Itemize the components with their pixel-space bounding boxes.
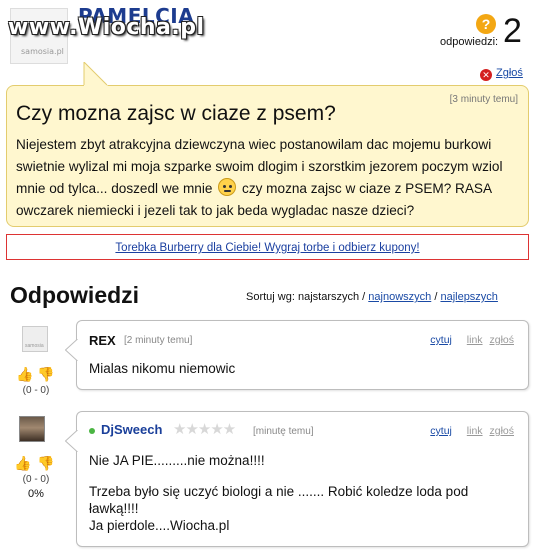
- answer-text: Nie JA PIE.........nie można!!!! Trzeba …: [89, 452, 509, 534]
- vote-percent: 0%: [28, 488, 44, 500]
- answer-box: REX [2 minuty temu] cytuj link zgłoś Mia…: [64, 320, 529, 390]
- answer-text-line: Ja pierdole....Wiocha.pl: [89, 518, 230, 533]
- avatar-caption: samosia: [25, 343, 44, 349]
- thumbs-up-icon[interactable]: 👍: [14, 455, 31, 471]
- report-link[interactable]: zgłoś: [489, 425, 514, 437]
- report-label: Zgłoś: [496, 67, 523, 79]
- answer-avatar[interactable]: [19, 416, 45, 442]
- site-watermark: www.Wiocha.pl: [8, 15, 205, 40]
- report-link[interactable]: zgłoś: [489, 334, 514, 346]
- rating-stars[interactable]: ★★★★★: [173, 420, 236, 438]
- ad-link[interactable]: Torebka Burberry dla Ciebie! Wygraj torb…: [115, 242, 419, 254]
- vote-count: (0 - 0): [22, 385, 50, 396]
- question-icon: ?: [476, 14, 496, 34]
- answers-count: 2: [503, 12, 522, 50]
- answer-box: DjSweech ★★★★★ [minutę temu] cytuj link …: [64, 411, 529, 547]
- question-title: Czy mozna zajsc w ciaze z psem?: [16, 102, 336, 125]
- thumbs-down-icon[interactable]: 👎: [37, 366, 54, 382]
- thumbs-up-icon[interactable]: 👍: [16, 366, 33, 382]
- permalink[interactable]: link: [467, 334, 483, 346]
- online-status-icon: [89, 428, 95, 434]
- speech-tail: [64, 429, 78, 457]
- sort-newest-link[interactable]: najnowszych: [368, 291, 431, 303]
- avatar-caption: samosia.pl: [21, 47, 64, 56]
- worried-face-icon: [218, 178, 237, 196]
- sort-bar: Sortuj wg: najstarszych / najnowszych / …: [246, 291, 498, 303]
- vote-count: (0 - 0): [22, 474, 50, 485]
- answer-time: [2 minuty temu]: [124, 335, 193, 346]
- report-question-link[interactable]: ✕ Zgłoś: [480, 67, 523, 81]
- thumbs-down-icon[interactable]: 👎: [37, 455, 54, 471]
- sort-label: Sortuj wg: najstarszych /: [246, 291, 366, 303]
- answer-text-line: Trzeba było się uczyć biologi a nie ....…: [89, 484, 469, 516]
- answer-time: [minutę temu]: [253, 426, 314, 437]
- quote-link[interactable]: cytuj: [430, 334, 452, 346]
- answer-text: Mialas nikomu niemowic: [89, 361, 236, 376]
- sort-best-link[interactable]: najlepszych: [440, 291, 497, 303]
- answer-actions: cytuj link zgłoś: [430, 425, 514, 437]
- answers-count-label: odpowiedzi:: [440, 36, 499, 48]
- answer-actions: cytuj link zgłoś: [430, 334, 514, 346]
- question-box: [3 minuty temu] Czy mozna zajsc w ciaze …: [6, 85, 529, 227]
- answer-author[interactable]: REX: [89, 333, 116, 348]
- answer-avatar[interactable]: samosia: [22, 326, 48, 352]
- permalink[interactable]: link: [467, 425, 483, 437]
- question-body: Niejestem zbyt atrakcyjna dziewczyna wie…: [16, 134, 516, 222]
- close-icon: ✕: [480, 69, 492, 81]
- sort-separator: /: [434, 291, 438, 303]
- answer-text-line: Nie JA PIE.........nie można!!!!: [89, 453, 265, 468]
- question-time: [3 minuty temu]: [449, 94, 518, 105]
- ad-banner: Torebka Burberry dla Ciebie! Wygraj torb…: [6, 234, 529, 260]
- quote-link[interactable]: cytuj: [430, 425, 452, 437]
- answer-author[interactable]: DjSweech: [101, 422, 162, 437]
- answers-section-title: Odpowiedzi: [10, 282, 140, 308]
- speech-tail: [64, 338, 78, 366]
